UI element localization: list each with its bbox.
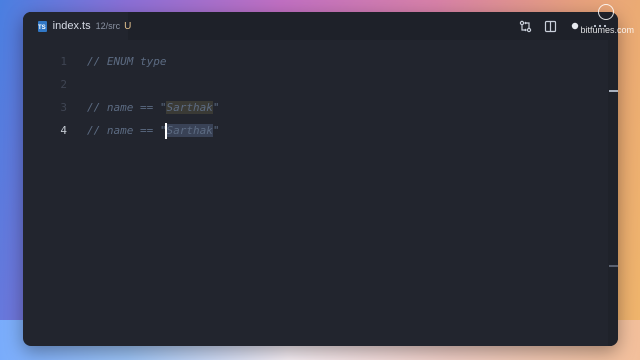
code-line: 3 // name == "Sarthak" <box>23 98 608 118</box>
tab-git-status: U <box>124 20 132 32</box>
selection-highlight: Sarthak <box>166 101 213 114</box>
comment-text-end: " <box>212 101 220 114</box>
vertical-scrollbar[interactable] <box>608 40 618 346</box>
split-editor-icon[interactable] <box>542 18 558 34</box>
line-content: // ENUM type <box>87 52 166 72</box>
comment-text-end: " <box>212 124 220 137</box>
code-line-active: 4 // name == "Sarthak" <box>23 121 608 141</box>
comment-text: // ENUM type <box>87 55 167 68</box>
code-editor[interactable]: 1 // ENUM type 2 3 // name == "Sarthak" … <box>23 40 608 346</box>
scroll-bottom-marker <box>609 265 618 267</box>
line-number: 4 <box>60 124 67 137</box>
scroll-cursor-marker <box>609 90 618 92</box>
line-number: 2 <box>60 78 67 91</box>
line-number: 1 <box>60 55 67 68</box>
git-compare-icon[interactable] <box>517 18 533 34</box>
tab-filename: index.ts <box>52 20 91 32</box>
bitfumes-logo-icon <box>598 4 614 20</box>
comment-text: // name == " <box>87 124 167 137</box>
tab-bar: TS index.ts 12/src U <box>23 12 618 40</box>
code-line: 1 // ENUM type <box>23 52 608 72</box>
watermark: bitfumes.com <box>574 4 634 42</box>
comment-text: // name == " <box>87 101 167 114</box>
line-content: // name == "Sarthak" <box>87 98 219 118</box>
tab-path: 12/src <box>95 21 121 31</box>
code-line: 2 <box>23 75 608 95</box>
text-cursor <box>165 123 167 139</box>
watermark-text: bitfumes.com <box>580 25 634 35</box>
line-content: // name == "Sarthak" <box>87 121 219 141</box>
selection-highlight: Sarthak <box>166 124 213 137</box>
tab-index-ts[interactable]: TS index.ts 12/src U <box>23 12 132 40</box>
editor-window: TS index.ts 12/src U 1 // ENUM type 2 3 … <box>23 12 618 346</box>
line-number: 3 <box>60 101 67 114</box>
typescript-file-icon: TS <box>38 20 47 32</box>
